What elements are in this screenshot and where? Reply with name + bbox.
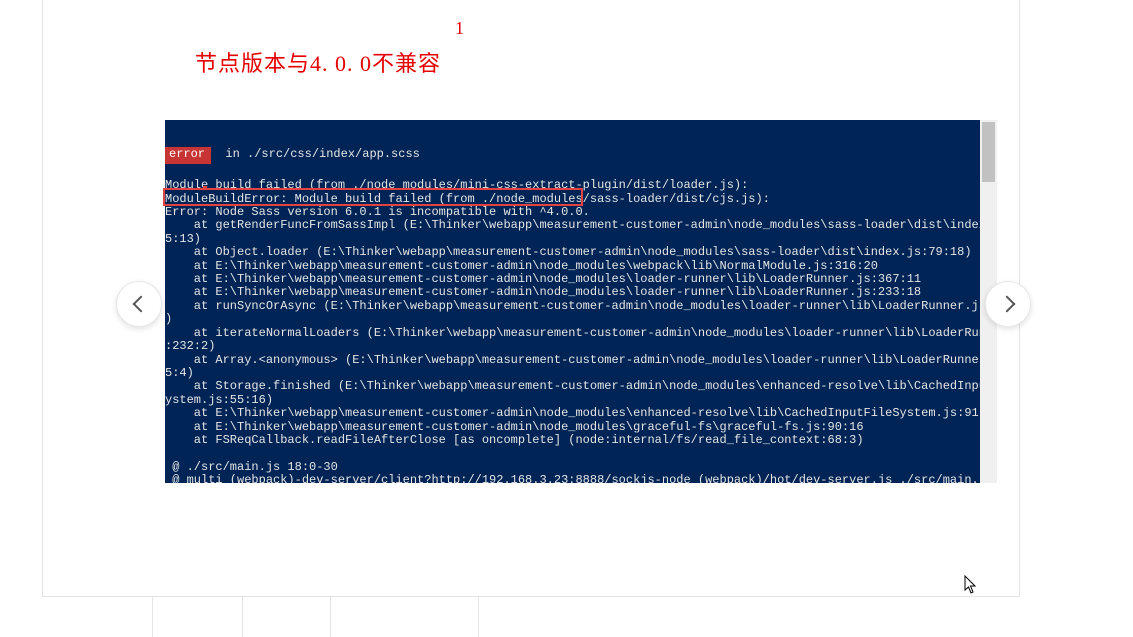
terminal-line: at E:\Thinker\webapp\measurement-custome… bbox=[165, 285, 921, 299]
terminal-line: at E:\Thinker\webapp\measurement-custome… bbox=[165, 420, 864, 434]
terminal-line: ) bbox=[165, 312, 172, 326]
terminal-line: at iterateNormalLoaders (E:\Thinker\weba… bbox=[165, 326, 980, 340]
terminal-line: at Array.<anonymous> (E:\Thinker\webapp\… bbox=[165, 353, 980, 367]
chevron-right-icon bbox=[998, 296, 1015, 313]
terminal-line: :232:2) bbox=[165, 339, 215, 353]
terminal-line: at Object.loader (E:\Thinker\webapp\meas… bbox=[165, 245, 972, 259]
terminal-output: error in ./src/css/index/app.scss Module… bbox=[165, 120, 980, 483]
terminal-line: at getRenderFuncFromSassImpl (E:\Thinker… bbox=[165, 218, 980, 232]
terminal-scrollbar-thumb[interactable] bbox=[982, 122, 995, 182]
content-panel: 1 节点版本与4. 0. 0不兼容 error in ./src/css/ind… bbox=[42, 0, 1020, 597]
page-root: 1 节点版本与4. 0. 0不兼容 error in ./src/css/ind… bbox=[0, 0, 1133, 637]
error-in-path: in ./src/css/index/app.scss bbox=[211, 147, 420, 161]
terminal-line: at E:\Thinker\webapp\measurement-custome… bbox=[165, 406, 980, 420]
terminal-line: at Storage.finished (E:\Thinker\webapp\m… bbox=[165, 379, 980, 393]
error-badge: error bbox=[165, 147, 211, 163]
prev-button[interactable] bbox=[116, 281, 162, 327]
terminal-line: at E:\Thinker\webapp\measurement-custome… bbox=[165, 259, 878, 273]
terminal-line: at runSyncOrAsync (E:\Thinker\webapp\mea… bbox=[165, 299, 980, 313]
terminal-line: ModuleBuildError: Module build failed (f… bbox=[165, 192, 770, 206]
terminal-line: Error: Node Sass version 6.0.1 is incomp… bbox=[165, 205, 590, 219]
slide-title: 节点版本与4. 0. 0不兼容 bbox=[195, 46, 441, 78]
terminal-line: ystem.js:55:16) bbox=[165, 393, 273, 407]
chevron-left-icon bbox=[132, 296, 149, 313]
terminal-line: @ multi (webpack)-dev-server/client?http… bbox=[165, 473, 980, 483]
slide-index: 1 bbox=[455, 18, 464, 39]
next-button[interactable] bbox=[985, 281, 1031, 327]
terminal-line: Module build failed (from ./node_modules… bbox=[165, 178, 748, 192]
terminal-line: @ ./src/main.js 18:0-30 bbox=[165, 460, 338, 474]
terminal-line: 5:13) bbox=[165, 232, 201, 246]
terminal-line: 5:4) bbox=[165, 366, 194, 380]
terminal-line: at FSReqCallback.readFileAfterClose [as … bbox=[165, 433, 864, 447]
terminal-line: at E:\Thinker\webapp\measurement-custome… bbox=[165, 272, 921, 286]
